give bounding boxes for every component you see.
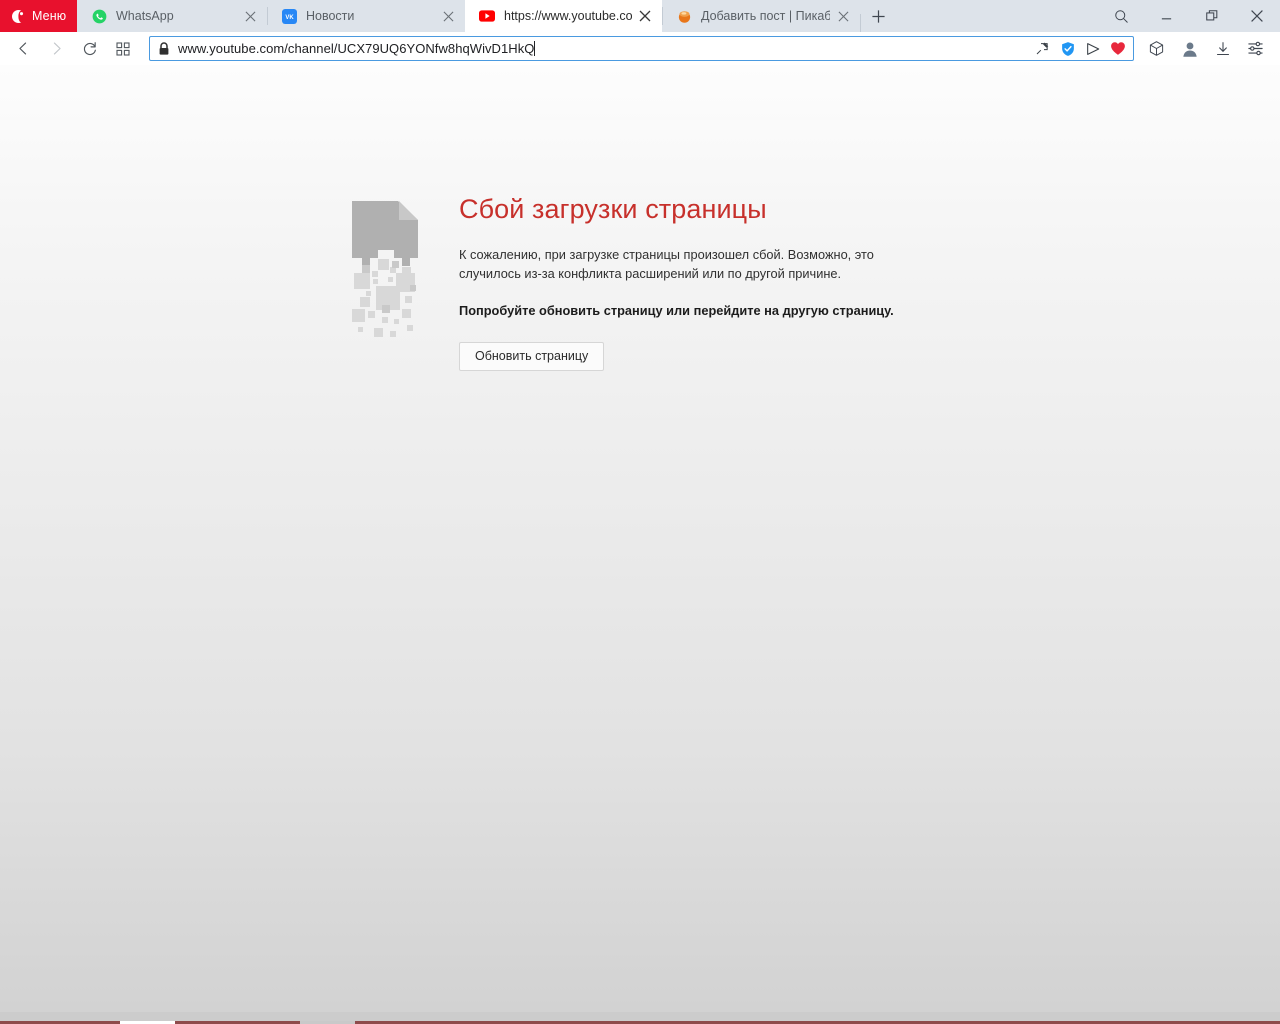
tab-strip: WhatsApp VK Новости https://www.youtube.… [77, 0, 1099, 32]
vk-icon: VK [281, 8, 297, 24]
taskbar-strip [0, 1012, 1280, 1024]
text-caret [534, 41, 536, 56]
forward-arrow-icon [40, 32, 73, 65]
grid-apps-icon[interactable] [106, 32, 139, 65]
svg-text:VK: VK [285, 15, 294, 21]
page-content-area: Сбой загрузки страницы К сожалению, при … [0, 65, 1280, 1012]
shield-check-icon[interactable] [1055, 37, 1080, 60]
tab-title: Новости [306, 9, 355, 23]
tab-title: Добавить пост | Пикабу [701, 9, 830, 23]
toolbar-right-icons [1140, 32, 1280, 65]
tab-vk-novosti[interactable]: VK Новости [267, 0, 465, 32]
tab-pikabu[interactable]: Добавить пост | Пикабу [662, 0, 860, 32]
close-icon[interactable] [1234, 0, 1280, 32]
heart-icon[interactable] [1105, 37, 1130, 60]
url-value: www.youtube.com/channel/UCX79UQ6YONfw8hq… [178, 41, 535, 56]
error-container: Сбой загрузки страницы К сожалению, при … [352, 193, 894, 371]
back-arrow-icon[interactable] [7, 32, 40, 65]
opera-logo-icon [12, 9, 24, 23]
opera-menu-button[interactable]: Меню [0, 0, 77, 32]
restore-icon[interactable] [1189, 0, 1234, 32]
browser-toolbar: www.youtube.com/channel/UCX79UQ6YONfw8hq… [0, 32, 1280, 65]
error-description: К сожалению, при загрузке страницы произ… [459, 247, 874, 281]
tab-youtube[interactable]: https://www.youtube.com/ [465, 0, 662, 32]
tab-close-button[interactable] [435, 3, 461, 29]
tab-title: WhatsApp [116, 9, 174, 23]
window-controls [1099, 0, 1280, 32]
tab-close-button[interactable] [830, 3, 856, 29]
address-bar-icons [1030, 37, 1133, 60]
tab-separator [860, 14, 861, 32]
tab-bar: Меню WhatsApp VK Новости https://www.you… [0, 0, 1280, 32]
search-icon[interactable] [1099, 0, 1144, 32]
profile-avatar-icon[interactable] [1173, 32, 1206, 65]
youtube-icon [479, 8, 495, 24]
tab-close-button[interactable] [632, 3, 658, 29]
tab-separator [662, 7, 663, 25]
opera-menu-label: Меню [32, 9, 67, 23]
minimize-icon[interactable] [1144, 0, 1189, 32]
pikabu-icon [676, 8, 692, 24]
pin-note-icon[interactable] [1030, 37, 1055, 60]
send-arrow-icon[interactable] [1080, 37, 1105, 60]
tab-title: https://www.youtube.com/ [504, 9, 632, 23]
page-title: Сбой загрузки страницы [459, 194, 767, 224]
error-suggestion: Попробуйте обновить страницу или перейди… [459, 303, 894, 318]
easy-setup-icon[interactable] [1239, 32, 1272, 65]
whatsapp-icon [91, 8, 107, 24]
broken-page-icon [352, 201, 418, 337]
reload-icon[interactable] [73, 32, 106, 65]
tab-close-button[interactable] [237, 3, 263, 29]
tab-separator [267, 7, 268, 25]
error-text-block: Сбой загрузки страницы К сожалению, при … [459, 193, 894, 371]
new-tab-button[interactable] [861, 0, 895, 32]
cube-extensions-icon[interactable] [1140, 32, 1173, 65]
url-text[interactable]: www.youtube.com/channel/UCX79UQ6YONfw8hq… [178, 41, 1030, 56]
address-bar[interactable]: www.youtube.com/channel/UCX79UQ6YONfw8hq… [149, 36, 1134, 61]
tab-whatsapp[interactable]: WhatsApp [77, 0, 267, 32]
reload-page-button[interactable]: Обновить страницу [459, 342, 605, 371]
downloads-icon[interactable] [1206, 32, 1239, 65]
lock-icon[interactable] [150, 41, 178, 56]
